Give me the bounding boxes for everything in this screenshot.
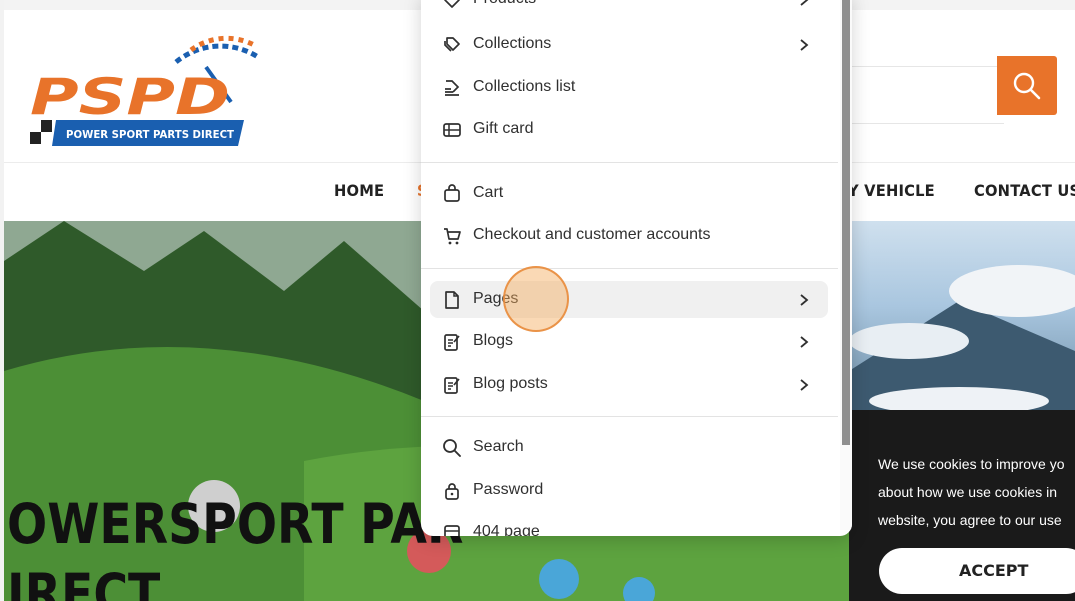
tags-list-icon — [445, 80, 460, 96]
page-icon — [445, 291, 459, 309]
menu-item-gift-card[interactable]: Gift card — [430, 111, 828, 148]
hero-title-line2: IRECT — [7, 562, 161, 601]
chevron-right-icon — [800, 0, 809, 6]
gift-card-icon — [443, 123, 461, 137]
search-button[interactable] — [997, 56, 1057, 115]
menu-divider — [421, 416, 838, 417]
menu-item-collections[interactable]: Collections — [430, 26, 828, 63]
tags-icon — [444, 37, 460, 52]
hero-title: OWERSPORT PAR IRECT — [7, 489, 463, 601]
search-icon — [443, 439, 461, 457]
cart-icon — [444, 228, 461, 245]
menu-item-products[interactable]: Products — [430, 0, 828, 18]
search-input[interactable] — [834, 66, 1004, 124]
chevron-right-icon — [800, 336, 809, 348]
blog-post-icon — [444, 377, 460, 394]
menu-scrollbar-thumb[interactable] — [842, 0, 850, 445]
menu-item-blog-posts[interactable]: Blog posts — [430, 366, 828, 403]
cookie-banner: We use cookies to improve yo about how w… — [849, 410, 1075, 601]
menu-item-search[interactable]: Search — [430, 429, 828, 466]
chevron-right-icon — [800, 294, 809, 306]
nav-shop-by-vehicle[interactable]: Y VEHICLE — [848, 181, 935, 200]
nav-contact-us[interactable]: CONTACT US — [974, 181, 1075, 200]
search-icon — [1013, 72, 1041, 99]
menu-item-404-page[interactable]: 404 page — [430, 514, 828, 536]
lock-icon — [445, 483, 459, 500]
store-logo[interactable]: PSPD POWER SPORT PARTS DIRECT — [26, 32, 262, 150]
blog-icon — [444, 334, 460, 351]
menu-item-blogs[interactable]: Blogs — [430, 323, 828, 360]
logo-wordmark: PSPD — [30, 68, 230, 126]
menu-item-checkout[interactable]: Checkout and customer accounts — [430, 217, 828, 254]
cookie-message: We use cookies to improve yo about how w… — [878, 456, 1065, 528]
hero-mountain-image — [849, 221, 1075, 415]
logo-tagline: POWER SPORT PARTS DIRECT — [66, 128, 234, 141]
bag-icon — [444, 184, 460, 202]
chevron-right-icon — [800, 379, 809, 391]
menu-item-password[interactable]: Password — [430, 472, 828, 509]
menu-item-cart[interactable]: Cart — [430, 175, 828, 212]
page-404-icon — [444, 525, 460, 536]
menu-scrollbar[interactable] — [840, 0, 852, 530]
tag-icon — [444, 0, 460, 8]
menu-item-collections-list[interactable]: Collections list — [430, 69, 828, 106]
menu-item-pages[interactable]: Pages — [430, 281, 828, 318]
nav-home[interactable]: HOME — [334, 181, 384, 200]
menu-divider — [421, 268, 838, 269]
click-indicator — [503, 266, 569, 332]
chevron-right-icon — [800, 39, 809, 51]
menu-divider — [421, 162, 838, 163]
accept-cookies-button[interactable]: ACCEPT — [879, 548, 1075, 594]
page-type-menu: Products Collections Collections list Gi… — [421, 0, 852, 536]
hero-title-line1: OWERSPORT PAR — [7, 492, 464, 556]
